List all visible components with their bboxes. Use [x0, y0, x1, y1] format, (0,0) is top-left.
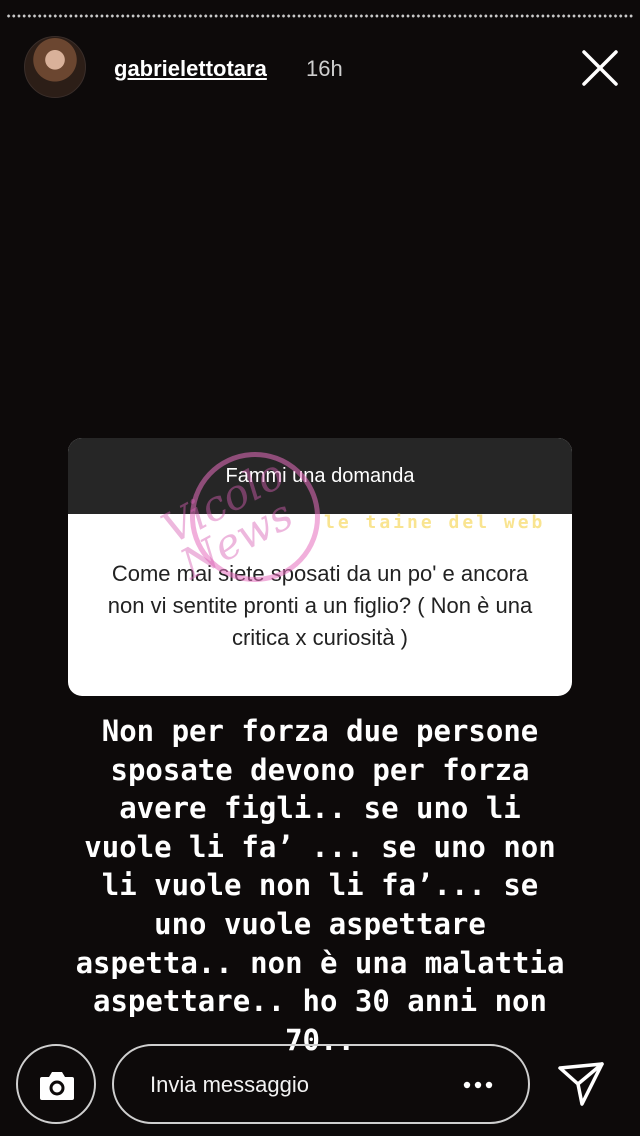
more-icon[interactable] — [460, 1070, 496, 1100]
close-button[interactable] — [580, 48, 620, 88]
avatar[interactable] — [24, 36, 86, 98]
story-progress-bar — [6, 14, 634, 18]
message-input-placeholder: Invia messaggio — [150, 1072, 309, 1097]
username-link[interactable]: gabrielettotara — [114, 56, 267, 82]
story-timestamp: 16h — [306, 56, 343, 81]
camera-button[interactable] — [16, 1044, 96, 1124]
camera-icon — [40, 1072, 74, 1100]
story-caption: Non per forza due persone sposate devono… — [75, 714, 565, 1057]
close-icon — [582, 50, 618, 86]
send-button[interactable] — [556, 1058, 608, 1110]
send-icon — [558, 1062, 604, 1106]
watermark-secondary: le taine del web — [324, 512, 546, 533]
story-header: gabrielettotara 16h — [24, 36, 624, 100]
message-input[interactable]: Invia messaggio — [112, 1044, 530, 1124]
question-sticker-text: Come mai siete sposati da un po' e ancor… — [107, 561, 533, 650]
reply-bar: Invia messaggio — [0, 1040, 640, 1136]
